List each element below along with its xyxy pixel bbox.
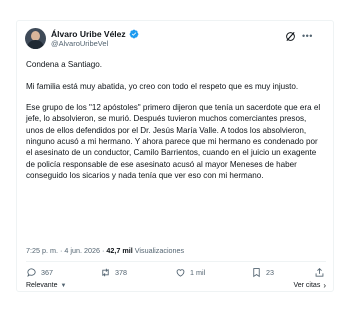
share-icon (315, 267, 324, 277)
reply-count: 367 (41, 267, 53, 277)
post-meta: 7:25 p. m. · 4 jun. 2026 · 42,7 mil Visu… (26, 246, 184, 256)
post-text: Condena a Santiago. Mi familia está muy … (26, 59, 326, 181)
bookmark-button[interactable]: 23 (251, 265, 274, 279)
avatar-shoulders (27, 40, 44, 49)
sort-label: Relevante (26, 282, 58, 289)
post-paragraph-2: Mi familia está muy abatida, yo creo con… (26, 81, 299, 91)
reply-button[interactable]: 367 (26, 265, 53, 279)
like-count: 1 mil (190, 267, 206, 277)
post-time[interactable]: 7:25 p. m. (26, 246, 58, 255)
post-paragraph-1: Condena a Santiago. (26, 60, 103, 69)
meta-separator: · (59, 246, 63, 255)
like-icon (176, 268, 185, 277)
tweet-card: Álvaro Uribe Vélez @AlvaroUribeVel ••• C… (16, 20, 334, 292)
arrow-right-icon: › (323, 281, 326, 290)
avatar[interactable] (25, 28, 46, 49)
share-button[interactable] (314, 265, 329, 279)
repost-count: 378 (115, 267, 127, 277)
views-label: Visualizaciones (134, 246, 185, 255)
retweet-icon (102, 268, 109, 276)
action-bar: 367 378 1 mil 23 (26, 265, 326, 279)
replies-footer: Relevante ▼ Ver citas › (26, 281, 326, 291)
view-quotes-label: Ver citas (293, 282, 321, 289)
views-count: 42,7 mil (106, 246, 133, 255)
divider (26, 261, 326, 262)
verified-badge-icon (129, 29, 139, 39)
chevron-down-icon: ▼ (60, 283, 67, 289)
view-quotes-link[interactable]: Ver citas › (293, 281, 326, 291)
repost-button[interactable]: 378 (100, 265, 127, 279)
like-button[interactable]: 1 mil (175, 265, 205, 279)
grok-icon[interactable] (285, 31, 296, 42)
sort-dropdown[interactable]: Relevante ▼ (26, 281, 66, 291)
post-paragraph-3: Ese grupo de los "12 apóstoles" primero … (26, 103, 321, 180)
bookmark-count: 23 (266, 267, 274, 277)
more-icon[interactable]: ••• (302, 32, 313, 41)
reply-icon (27, 267, 36, 277)
meta-separator: · (101, 246, 105, 255)
post-date[interactable]: 4 jun. 2026 (64, 246, 100, 255)
author-handle[interactable]: @AlvaroUribeVel (51, 39, 108, 49)
bookmark-icon (253, 267, 260, 277)
